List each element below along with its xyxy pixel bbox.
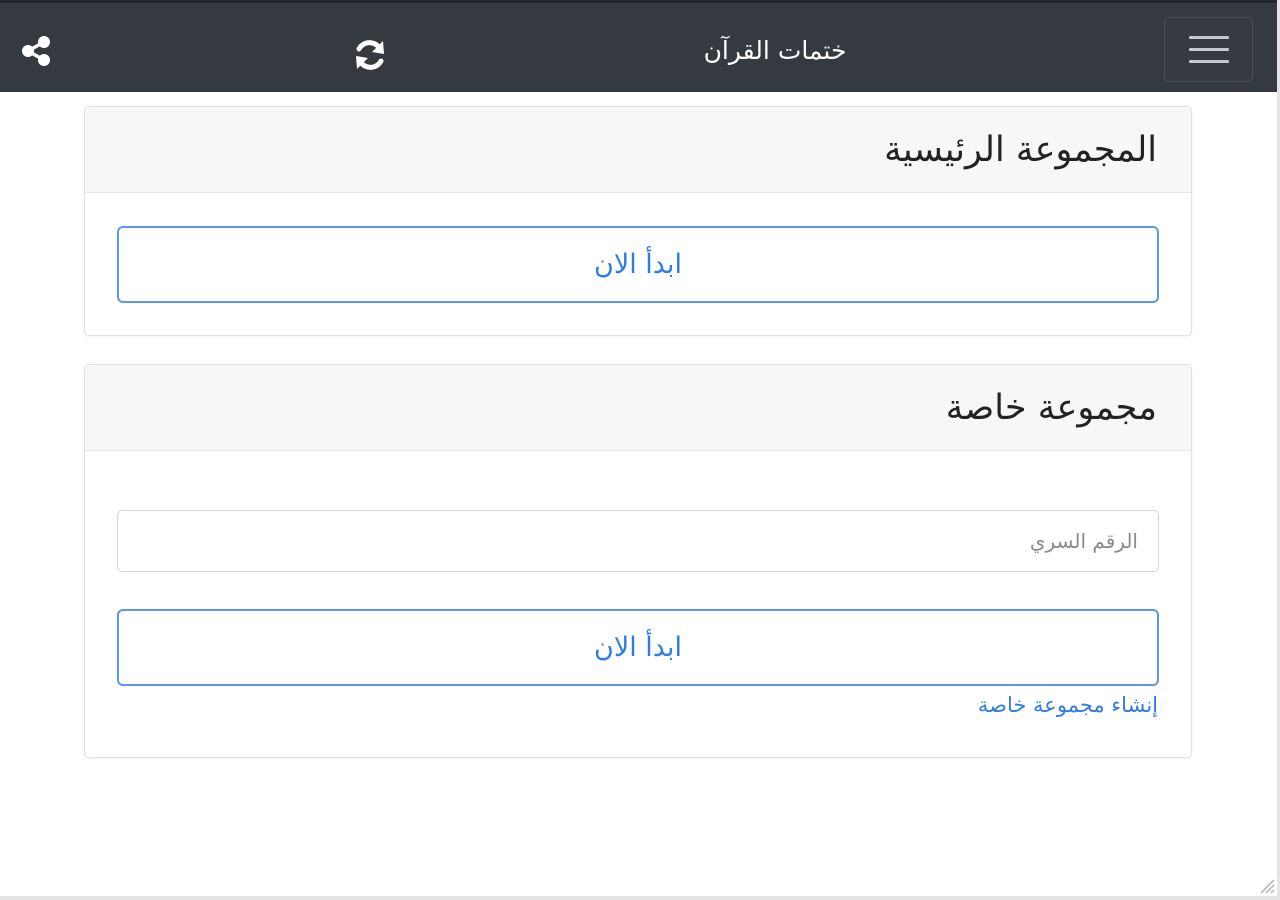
menu-bar xyxy=(1188,48,1229,51)
hamburger-menu-icon[interactable] xyxy=(1164,17,1253,82)
app-title: ختمات القرآن xyxy=(703,36,847,65)
menu-bar xyxy=(1188,36,1229,39)
app-window: ختمات القرآن المجموعة الرئيسية ابدأ الان… xyxy=(0,0,1280,900)
private-group-start-button[interactable]: ابدأ الان xyxy=(117,609,1159,686)
main-group-title: المجموعة الرئيسية xyxy=(85,107,1191,193)
top-navbar: ختمات القرآن xyxy=(0,0,1277,92)
private-group-title: مجموعة خاصة xyxy=(85,365,1191,451)
main-group-start-button[interactable]: ابدأ الان xyxy=(117,226,1159,303)
pin-input[interactable] xyxy=(117,510,1159,572)
main-group-card: المجموعة الرئيسية ابدأ الان xyxy=(84,106,1192,336)
resize-grip-icon[interactable] xyxy=(1255,874,1275,894)
create-private-group-link[interactable]: إنشاء مجموعة خاصة xyxy=(978,693,1158,717)
refresh-icon[interactable] xyxy=(350,35,390,75)
share-icon[interactable] xyxy=(18,33,54,69)
private-group-card: مجموعة خاصة ابدأ الان إنشاء مجموعة خاصة xyxy=(84,364,1192,758)
menu-bar xyxy=(1188,60,1229,63)
